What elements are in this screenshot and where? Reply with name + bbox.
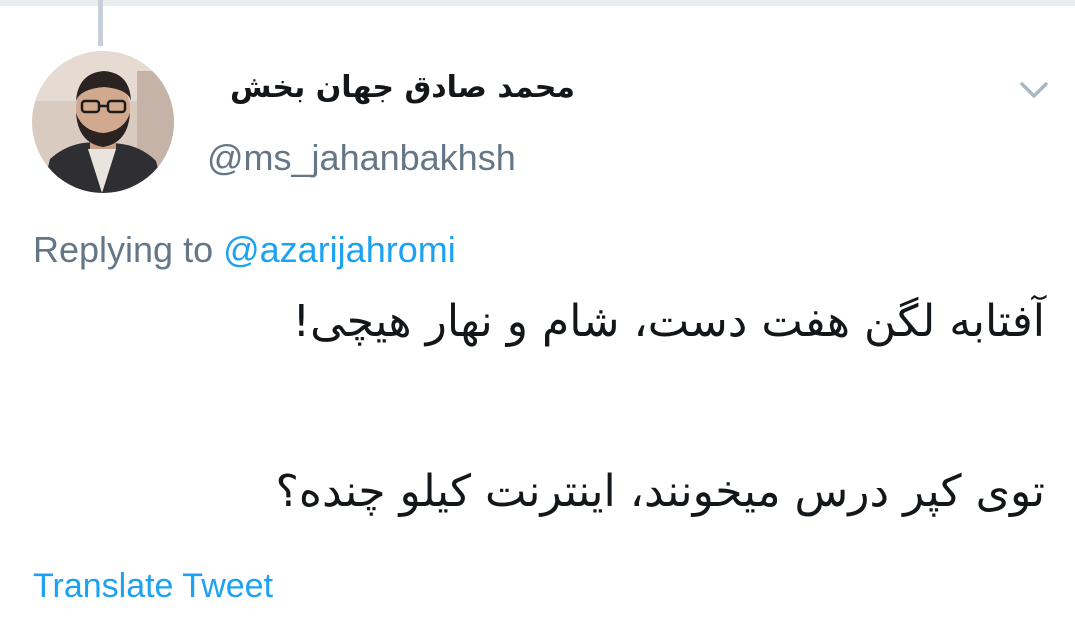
reply-mention-link[interactable]: @azarijahromi xyxy=(223,229,456,270)
replying-to: Replying to @azarijahromi xyxy=(33,226,456,274)
avatar[interactable] xyxy=(32,51,174,193)
chevron-down-icon[interactable] xyxy=(1012,72,1056,108)
tweet-text-line: توی کپر درس میخونند، اینترنت کیلو چنده؟ xyxy=(275,466,1045,517)
author-display-name[interactable]: محمد صادق جهان بخش xyxy=(230,66,575,110)
avatar-image xyxy=(32,51,174,193)
replying-to-label: Replying to xyxy=(33,229,224,270)
author-handle[interactable]: @ms_jahanbakhsh xyxy=(207,136,516,180)
thread-connector-line xyxy=(98,0,103,46)
translate-tweet-link[interactable]: Translate Tweet xyxy=(33,564,273,608)
tweet-text-line: آفتابه لگن هفت دست، شام و نهار هیچی! xyxy=(292,296,1045,347)
top-divider xyxy=(0,0,1075,6)
